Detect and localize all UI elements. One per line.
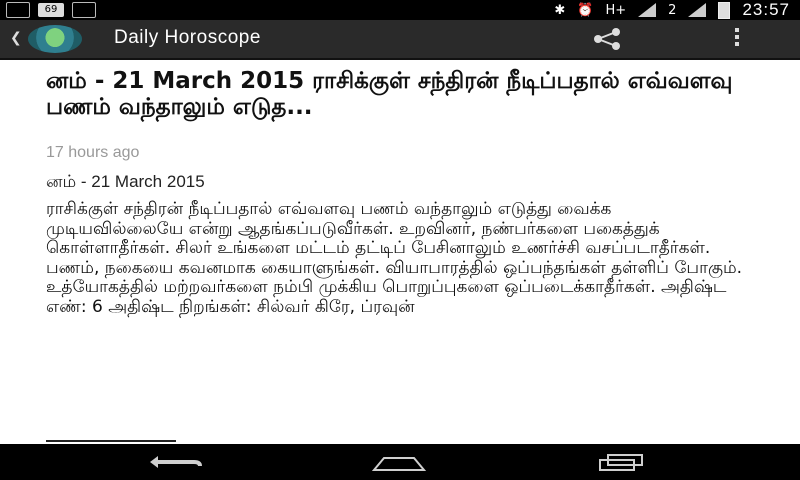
divider	[46, 440, 176, 442]
action-bar: ❮ Daily Horoscope	[0, 20, 800, 60]
download-icon	[72, 2, 96, 18]
share-icon[interactable]	[588, 28, 628, 50]
alarm-icon: ⏰	[577, 2, 594, 18]
app-title: Daily Horoscope	[114, 27, 261, 48]
clock: 23:57	[742, 0, 790, 19]
overflow-menu-icon[interactable]	[733, 28, 741, 50]
back-chevron-icon[interactable]: ❮	[10, 30, 22, 46]
article-date-line: னம் - 21 March 2015	[46, 172, 205, 191]
article-time-ago: 17 hours ago	[46, 144, 140, 161]
network-type: H+	[605, 2, 627, 18]
status-bar: 69 ✱ ⏰ H+ 2 23:57	[0, 0, 800, 20]
signal-icon	[638, 3, 657, 17]
image-icon	[6, 2, 30, 18]
article-body: ராசிக்குள் சந்திரன் நீடிப்பதால் எவ்வளவு …	[46, 199, 743, 317]
battery-icon	[718, 1, 731, 19]
back-icon[interactable]	[142, 452, 212, 472]
notification-count-badge: 69	[38, 3, 64, 17]
home-icon[interactable]	[364, 452, 434, 472]
app-logo-icon[interactable]	[28, 25, 82, 53]
sim2-label: 2	[668, 2, 677, 18]
article-view[interactable]: னம் - 21 March 2015 ராசிக்குள் சந்திரன் …	[0, 60, 800, 444]
article-headline: னம் - 21 March 2015 ராசிக்குள் சந்திரன் …	[46, 68, 733, 120]
bluetooth-icon: ✱	[554, 2, 566, 18]
navigation-bar	[0, 444, 800, 480]
recent-apps-icon[interactable]	[586, 452, 656, 472]
signal-2-icon	[688, 3, 707, 17]
